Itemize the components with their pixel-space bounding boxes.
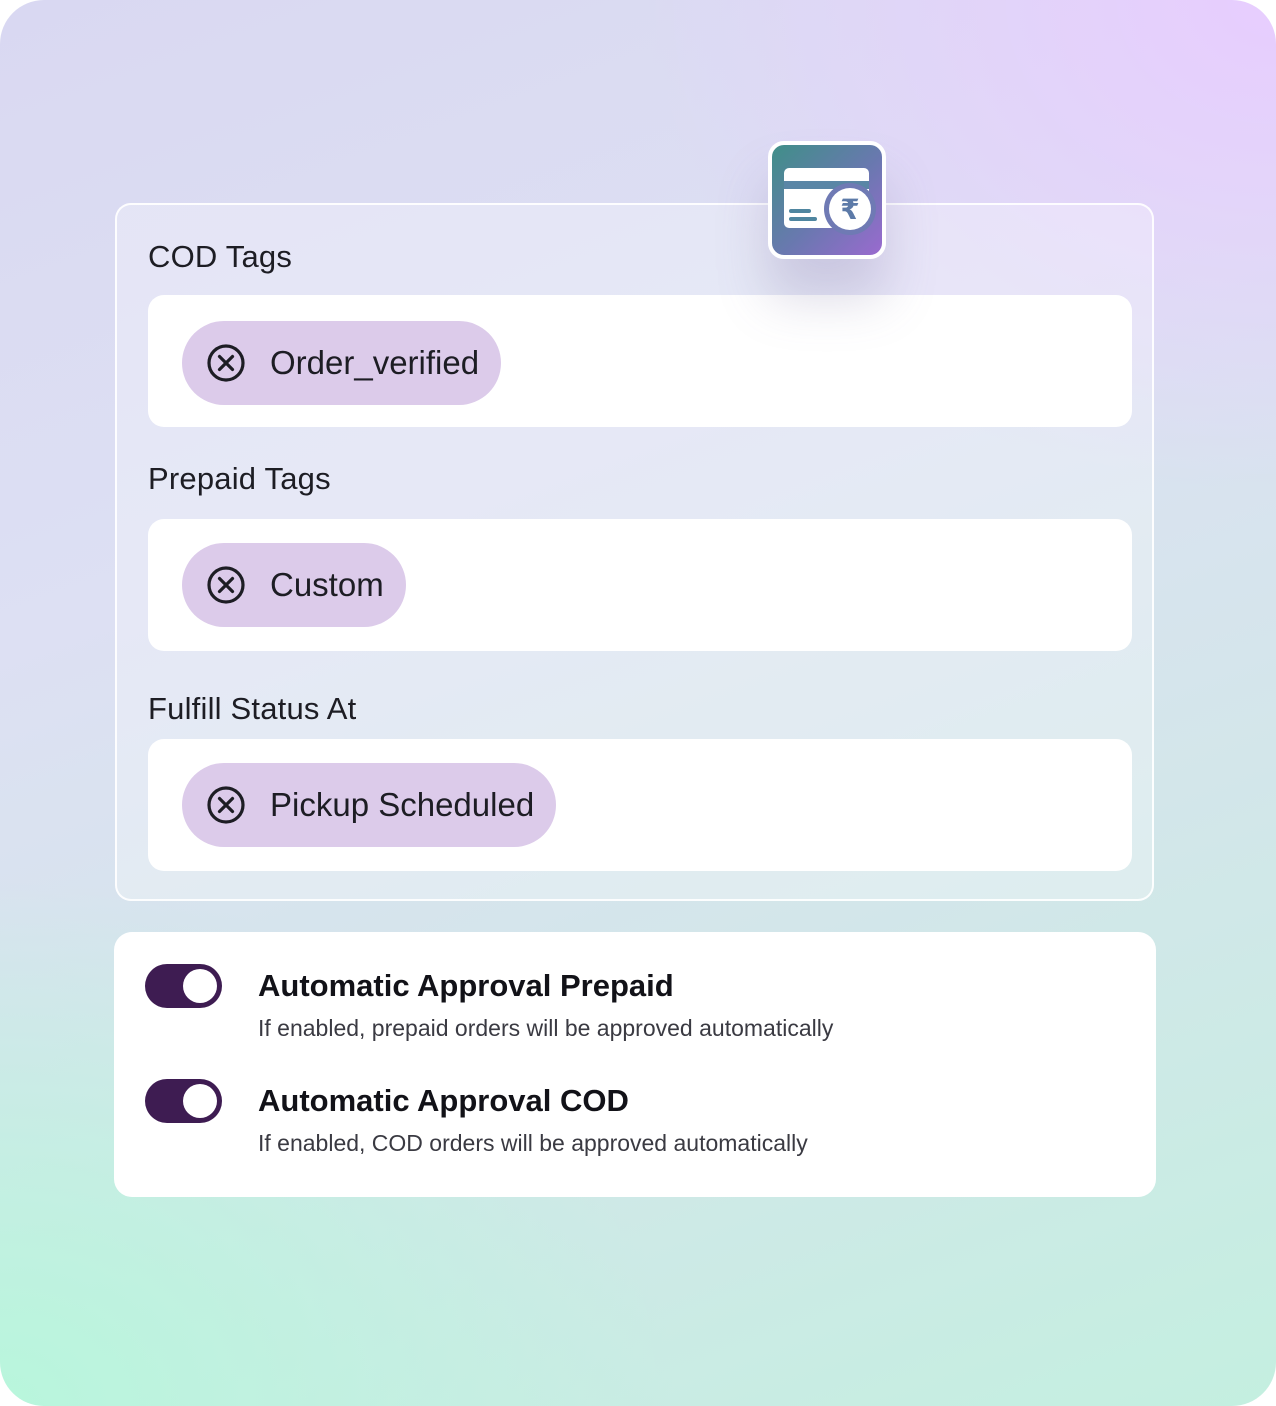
cod-tags-label: COD Tags — [148, 239, 293, 274]
toggle-knob — [183, 969, 217, 1003]
svg-text:₹: ₹ — [840, 193, 859, 226]
canvas-background: COD Tags Order_verified Prepaid Tags Cus… — [0, 0, 1276, 1406]
cod-tags-input[interactable]: Order_verified — [148, 295, 1132, 427]
prepaid-tags-input[interactable]: Custom — [148, 519, 1132, 651]
prepaid-tags-label: Prepaid Tags — [148, 461, 331, 496]
auto-approval-prepaid-title: Automatic Approval Prepaid — [258, 968, 674, 1003]
auto-approval-cod-toggle[interactable] — [145, 1079, 222, 1123]
tag-chip-label: Order_verified — [270, 344, 480, 381]
approval-settings-panel: Automatic Approval Prepaid If enabled, p… — [114, 932, 1156, 1197]
tag-chip-label: Custom — [270, 566, 384, 603]
fulfill-status-label: Fulfill Status At — [148, 691, 357, 726]
remove-tag-icon[interactable] — [206, 343, 246, 383]
auto-approval-prepaid-description: If enabled, prepaid orders will be appro… — [258, 1015, 834, 1041]
tag-chip-pickup-scheduled: Pickup Scheduled — [182, 763, 557, 847]
tag-chip-custom: Custom — [182, 543, 406, 627]
remove-tag-icon[interactable] — [206, 785, 246, 825]
tag-chip-label: Pickup Scheduled — [270, 786, 535, 823]
auto-approval-cod-description: If enabled, COD orders will be approved … — [258, 1130, 808, 1156]
toggle-knob — [183, 1084, 217, 1118]
auto-approval-prepaid-toggle[interactable] — [145, 964, 222, 1008]
card-rupee-icon: ₹ — [784, 168, 876, 235]
remove-tag-icon[interactable] — [206, 565, 246, 605]
tag-chip-order-verified: Order_verified — [182, 321, 502, 405]
tag-settings-panel: COD Tags Order_verified Prepaid Tags Cus… — [115, 203, 1154, 901]
auto-approval-cod-title: Automatic Approval COD — [258, 1083, 629, 1118]
payment-app-badge: ₹ — [768, 141, 886, 259]
fulfill-status-input[interactable]: Pickup Scheduled — [148, 739, 1132, 871]
